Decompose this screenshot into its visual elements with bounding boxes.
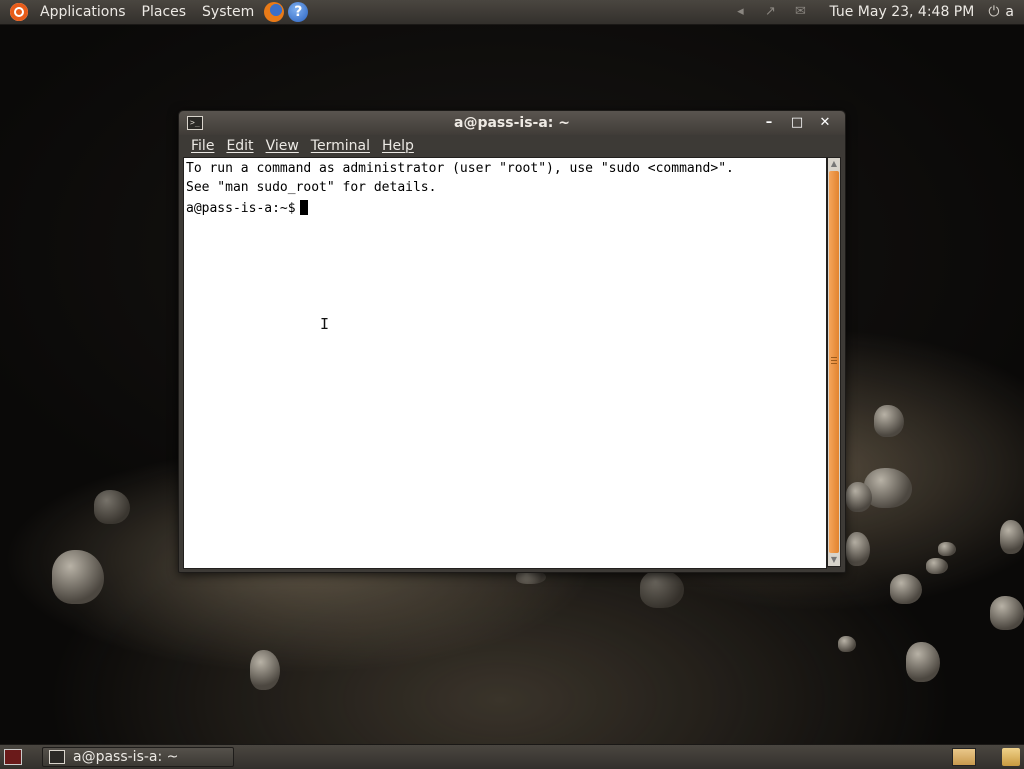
scrollbar-grip-icon xyxy=(831,357,837,365)
help-icon[interactable]: ? xyxy=(288,2,309,22)
top-panel-left: Applications Places System ? xyxy=(0,0,309,24)
window-menubar: File Edit View Terminal Help xyxy=(179,135,845,157)
wallpaper-rock xyxy=(846,532,870,566)
ibeam-cursor-icon: I xyxy=(320,315,330,333)
maximize-button[interactable]: □ xyxy=(789,115,805,131)
menu-file[interactable]: File xyxy=(185,135,220,157)
terminal-window: >_ a@pass-is-a: ~ – □ ✕ File Edit View T… xyxy=(178,110,846,573)
wallpaper-rock xyxy=(990,596,1024,630)
ubuntu-logo-icon[interactable] xyxy=(10,3,28,21)
wallpaper-rock xyxy=(250,650,280,690)
show-desktop-icon[interactable] xyxy=(4,749,22,765)
scrollbar-thumb[interactable] xyxy=(829,171,839,553)
menu-edit[interactable]: Edit xyxy=(220,135,259,157)
menu-help[interactable]: Help xyxy=(376,135,420,157)
wallpaper-rock xyxy=(938,542,956,556)
menu-system[interactable]: System xyxy=(194,0,262,24)
terminal-prompt-line: a@pass-is-a:~$ xyxy=(184,198,826,217)
user-name[interactable]: a xyxy=(999,0,1024,24)
minimize-button[interactable]: – xyxy=(761,115,777,131)
firefox-icon[interactable] xyxy=(264,2,285,22)
taskbar-terminal-button[interactable]: a@pass-is-a: ~ xyxy=(42,747,234,767)
window-titlebar[interactable]: >_ a@pass-is-a: ~ – □ ✕ xyxy=(179,111,845,135)
bottom-panel: a@pass-is-a: ~ xyxy=(0,744,1024,769)
workspace-switcher[interactable] xyxy=(952,748,976,766)
wallpaper-rock xyxy=(94,490,130,524)
volume-icon[interactable]: ◂ xyxy=(731,5,749,19)
terminal-line: To run a command as administrator (user … xyxy=(186,161,734,176)
menu-applications[interactable]: Applications xyxy=(32,0,134,24)
menu-terminal[interactable]: Terminal xyxy=(305,135,376,157)
scroll-down-icon[interactable]: ▼ xyxy=(828,554,840,566)
power-icon[interactable]: ⏻ xyxy=(988,4,999,20)
wallpaper-rock xyxy=(838,636,856,652)
mail-icon[interactable]: ✉ xyxy=(791,5,809,19)
window-title: a@pass-is-a: ~ xyxy=(454,115,570,131)
wallpaper-rock xyxy=(926,558,948,574)
terminal-output[interactable]: To run a command as administrator (user … xyxy=(183,157,827,569)
top-panel-right: ◂ ↗ ✉ Tue May 23, 4:48 PM ⏻ a xyxy=(725,0,1024,24)
network-icon[interactable]: ↗ xyxy=(761,5,779,19)
wallpaper-rock xyxy=(640,570,684,608)
terminal-icon xyxy=(49,750,65,764)
menu-places[interactable]: Places xyxy=(134,0,195,24)
taskbar-label: a@pass-is-a: ~ xyxy=(73,749,179,765)
wallpaper-rock xyxy=(1000,520,1024,554)
close-button[interactable]: ✕ xyxy=(817,115,833,131)
wallpaper-rock xyxy=(890,574,922,604)
trash-icon[interactable] xyxy=(1002,748,1020,766)
clock[interactable]: Tue May 23, 4:48 PM xyxy=(821,0,982,24)
text-cursor xyxy=(299,200,308,215)
terminal-prompt: a@pass-is-a:~$ xyxy=(186,201,296,216)
terminal-line: See "man sudo_root" for details. xyxy=(186,180,437,195)
menu-view[interactable]: View xyxy=(260,135,305,157)
wallpaper-rock xyxy=(846,482,872,512)
wallpaper-rock xyxy=(906,642,940,682)
wallpaper-rock xyxy=(52,550,104,604)
wallpaper-rock xyxy=(874,405,904,437)
terminal-scrollbar[interactable]: ▲ ▼ xyxy=(827,157,841,567)
top-panel: Applications Places System ? ◂ ↗ ✉ Tue M… xyxy=(0,0,1024,25)
scroll-up-icon[interactable]: ▲ xyxy=(828,158,840,170)
